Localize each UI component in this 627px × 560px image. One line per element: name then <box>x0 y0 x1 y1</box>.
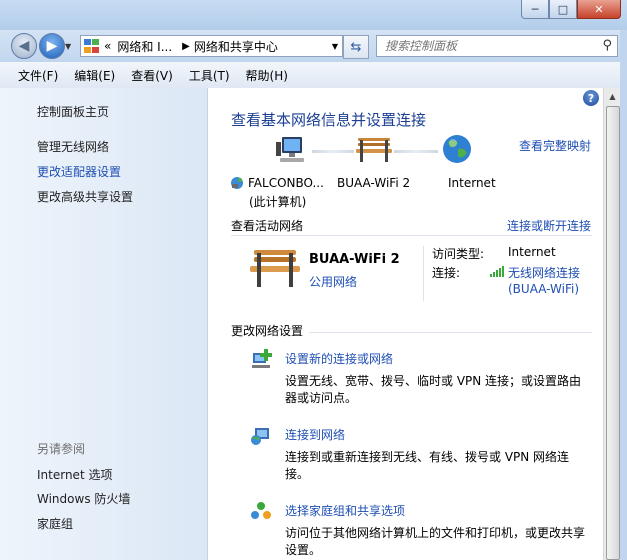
breadcrumb-chevron-icon[interactable]: ▶ <box>182 41 190 52</box>
connections-label: 连接: <box>432 266 461 280</box>
menu-view[interactable]: 查看(V) <box>123 67 181 84</box>
computer-sub-label: (此计算机) <box>249 195 307 209</box>
see-also-heading: 另请参阅 <box>37 442 86 456</box>
scroll-up-arrow-icon[interactable]: ▲ <box>604 88 621 104</box>
wireless-ssid-link[interactable]: (BUAA-WiFi) <box>508 282 579 296</box>
public-bench-icon <box>250 247 300 289</box>
back-arrow-icon: ◀ <box>18 38 30 54</box>
menu-tools[interactable]: 工具(T) <box>181 67 238 84</box>
refresh-button[interactable]: ⇆ <box>343 35 369 59</box>
sidebar-item-internet-options[interactable]: Internet 选项 <box>37 466 112 483</box>
change-settings-heading: 更改网络设置 <box>231 324 304 338</box>
network-computers-icon <box>230 176 244 190</box>
menu-bar: 文件(F) 编辑(E) 查看(V) 工具(T) 帮助(H) <box>0 62 627 89</box>
setup-new-connection-link[interactable]: 设置新的连接或网络 <box>285 350 393 367</box>
maximize-button[interactable]: □ <box>549 0 577 19</box>
sidebar: 控制面板主页 管理无线网络 更改适配器设置 更改高级共享设置 另请参阅 Inte… <box>0 88 208 560</box>
divider <box>309 332 592 333</box>
bench-icon[interactable] <box>356 136 392 164</box>
connection-line <box>394 150 438 153</box>
window-controls: ─ □ ✕ <box>521 0 621 19</box>
title-bar: ─ □ ✕ <box>0 0 627 30</box>
active-networks-heading: 查看活动网络 <box>231 219 304 233</box>
internet-label: Internet <box>448 176 496 190</box>
menu-edit[interactable]: 编辑(E) <box>66 67 123 84</box>
computer-icon[interactable] <box>276 136 308 166</box>
search-input[interactable] <box>377 38 597 54</box>
breadcrumb-network-sharing-center[interactable]: 网络和共享中心 <box>194 38 278 55</box>
close-button[interactable]: ✕ <box>577 0 621 19</box>
connect-to-network-link[interactable]: 连接到网络 <box>285 426 345 443</box>
breadcrumb-network-internet[interactable]: 网络和 I... <box>117 38 172 55</box>
sidebar-item-manage-wireless[interactable]: 管理无线网络 <box>37 138 109 155</box>
forward-button[interactable]: ▶ <box>39 33 65 59</box>
active-network-name: BUAA-WiFi 2 <box>309 252 400 267</box>
sidebar-item-advanced-sharing[interactable]: 更改高级共享设置 <box>37 188 133 205</box>
sidebar-item-firewall[interactable]: Windows 防火墙 <box>37 490 130 507</box>
homegroup-sharing-link[interactable]: 选择家庭组和共享选项 <box>285 502 405 519</box>
setup-new-connection-desc-2: 器或访问点。 <box>285 391 358 405</box>
homegroup-sharing-desc-2: 设置。 <box>285 543 322 557</box>
address-overflow[interactable]: « <box>104 39 111 53</box>
menu-file[interactable]: 文件(F) <box>10 67 66 84</box>
back-button[interactable]: ◀ <box>11 33 37 59</box>
refresh-icon: ⇆ <box>350 39 362 55</box>
window-frame <box>620 30 627 560</box>
connection-line <box>312 150 354 153</box>
scroll-thumb[interactable] <box>606 106 620 560</box>
new-connection-icon <box>250 348 272 370</box>
menu-help[interactable]: 帮助(H) <box>238 67 296 84</box>
divider <box>423 246 424 301</box>
network-name-map: BUAA-WiFi 2 <box>337 176 411 190</box>
globe-icon[interactable] <box>442 134 472 164</box>
computer-name: FALCONBO... <box>248 176 324 190</box>
vertical-scrollbar[interactable]: ▲ <box>603 88 621 560</box>
search-box[interactable]: ⚲ <box>376 35 618 57</box>
signal-strength-icon <box>490 265 504 277</box>
connect-to-network-desc: 连接到或重新连接到无线、有线、拨号或 VPN 网络连 <box>285 450 570 464</box>
address-dropdown-icon[interactable]: ▼ <box>332 42 338 51</box>
sidebar-item-homegroup[interactable]: 家庭组 <box>37 515 73 532</box>
connect-to-network-icon <box>250 424 272 446</box>
page-title: 查看基本网络信息并设置连接 <box>231 111 427 129</box>
control-panel-icon <box>84 39 100 53</box>
full-map-link[interactable]: 查看完整映射 <box>519 137 591 154</box>
homegroup-sharing-desc: 访问位于其他网络计算机上的文件和打印机，或更改共享 <box>285 526 586 540</box>
connect-to-network-desc-2: 接。 <box>285 467 310 481</box>
homegroup-icon <box>250 500 272 522</box>
sidebar-item-home[interactable]: 控制面板主页 <box>37 103 109 120</box>
divider <box>231 235 592 236</box>
recent-pages-dropdown-icon[interactable]: ▼ <box>65 42 71 51</box>
setup-new-connection-desc: 设置无线、宽带、拨号、临时或 VPN 连接；或设置路由 <box>285 374 582 388</box>
connect-disconnect-link[interactable]: 连接或断开连接 <box>507 217 591 234</box>
search-icon[interactable]: ⚲ <box>602 38 612 53</box>
address-bar[interactable]: « 网络和 I... ▶ 网络和共享中心 ▼ <box>80 35 343 57</box>
sidebar-item-adapter-settings[interactable]: 更改适配器设置 <box>37 163 121 180</box>
help-icon[interactable]: ? <box>583 90 599 106</box>
minimize-button[interactable]: ─ <box>521 0 549 19</box>
access-type-label: 访问类型: <box>432 247 485 261</box>
network-type-link[interactable]: 公用网络 <box>309 273 357 290</box>
forward-arrow-icon: ▶ <box>46 38 58 54</box>
wireless-connection-link[interactable]: 无线网络连接 <box>508 264 580 281</box>
access-type-value: Internet <box>508 245 556 259</box>
